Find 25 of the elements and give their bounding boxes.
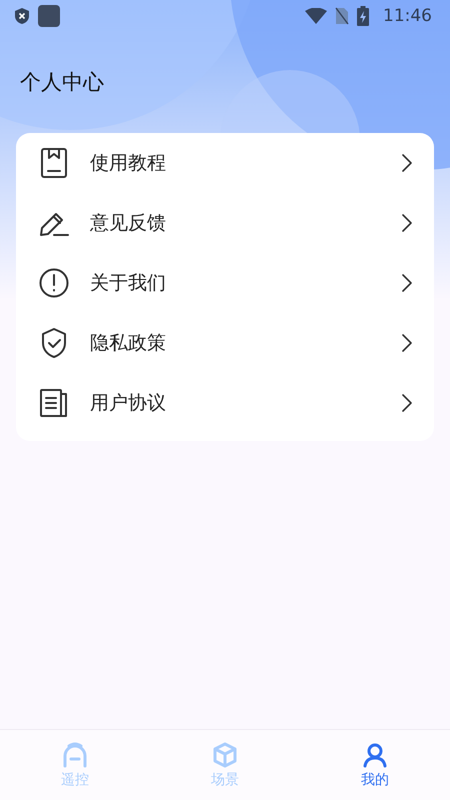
- chevron-right-icon: [402, 274, 412, 292]
- square-icon: [38, 5, 60, 27]
- shield-x-icon: [14, 7, 30, 25]
- exclamation-icon: [39, 268, 69, 298]
- menu-item[interactable]: 使用教程: [16, 133, 434, 193]
- chevron-right-icon: [402, 214, 412, 232]
- remote-icon: [62, 742, 88, 768]
- status-time: 11:46: [383, 6, 432, 26]
- wifi-icon: [305, 8, 327, 24]
- battery-icon: [357, 6, 369, 26]
- person-icon: [362, 742, 388, 768]
- shield-check-icon: [40, 327, 68, 359]
- tab-item[interactable]: 我的: [300, 730, 450, 800]
- menu-item[interactable]: 意见反馈: [16, 193, 434, 253]
- menu-item[interactable]: 关于我们: [16, 253, 434, 313]
- menu-item[interactable]: 用户协议: [16, 373, 434, 433]
- page-title: 个人中心: [19, 69, 105, 96]
- cube-icon: [212, 742, 238, 768]
- chevron-right-icon: [402, 394, 412, 412]
- no-sim-icon: [335, 7, 349, 25]
- chevron-right-icon: [402, 154, 412, 172]
- document-icon: [39, 388, 69, 418]
- book-icon: [40, 148, 68, 178]
- chevron-right-icon: [402, 334, 412, 352]
- menu-item[interactable]: 隐私政策: [16, 313, 434, 373]
